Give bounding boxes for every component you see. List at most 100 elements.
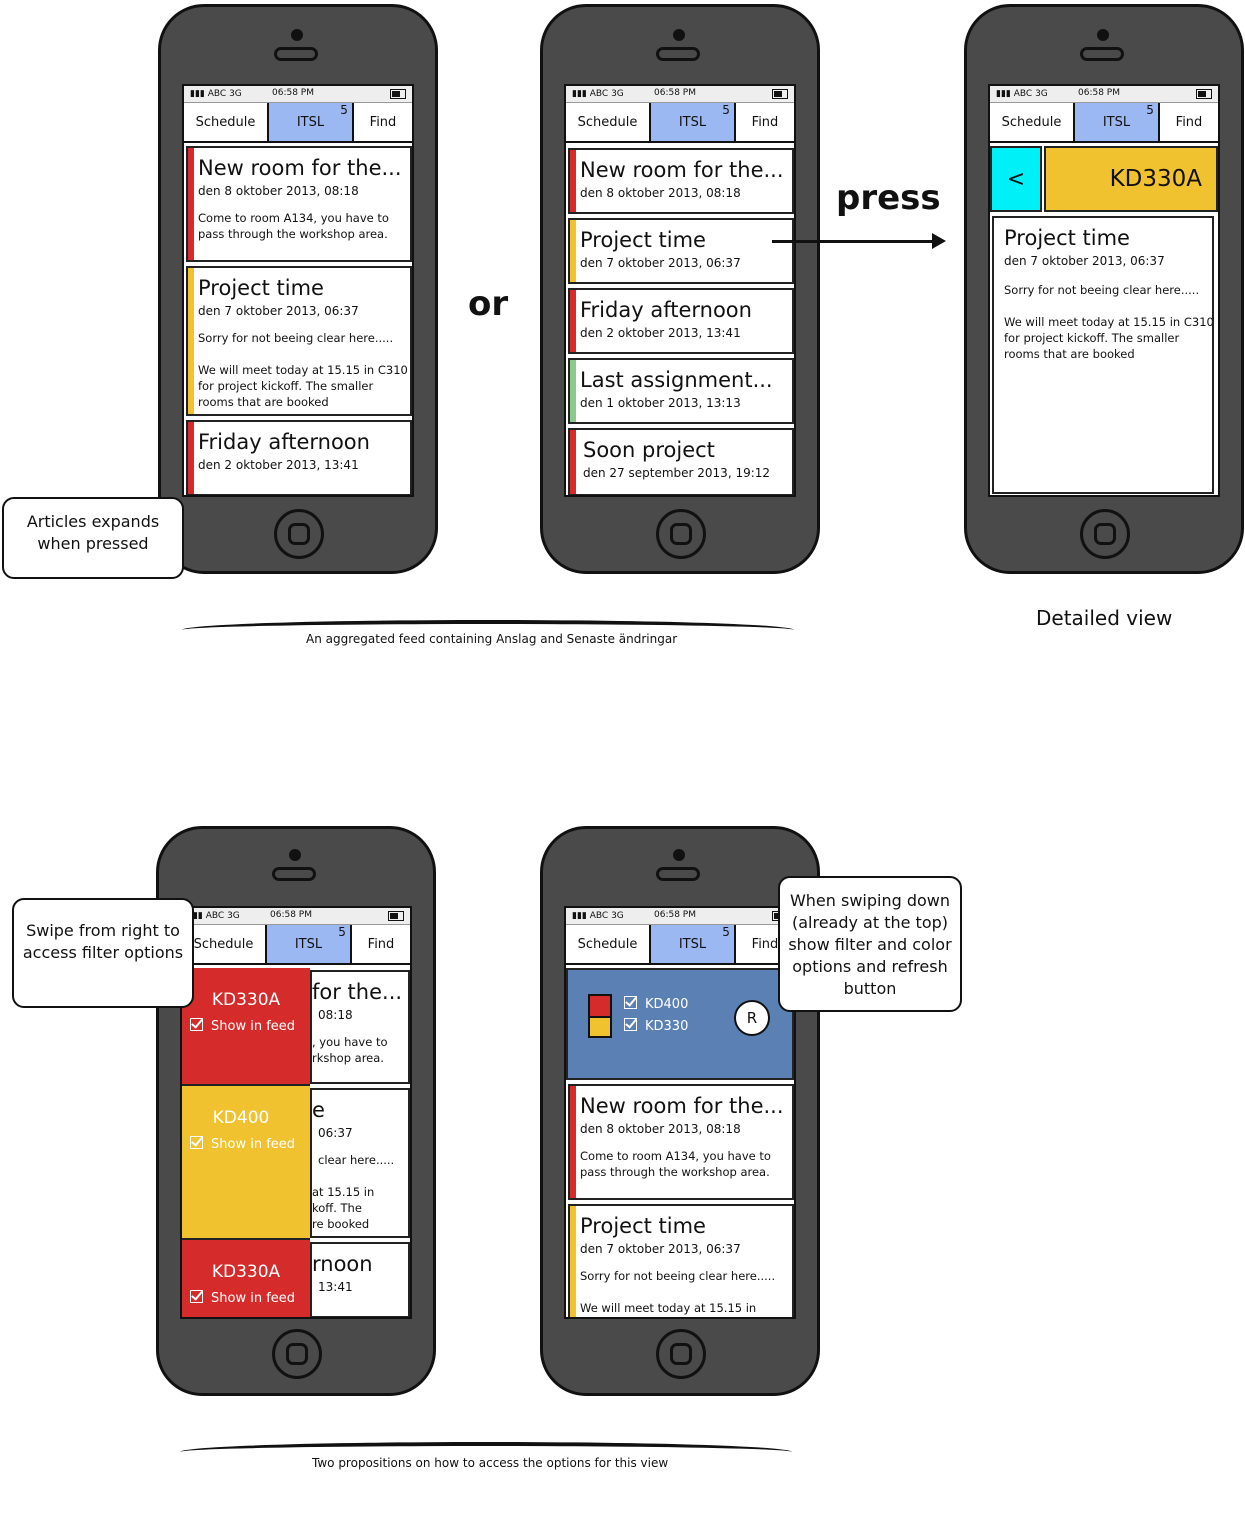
filter-panel[interactable]: KD400 Show in feed	[182, 1086, 310, 1240]
home-button[interactable]	[1080, 509, 1130, 559]
label-press: press	[836, 178, 941, 218]
signal-icon: ▮▮▮ ABC 3G	[188, 911, 240, 921]
card-title: Soon project	[583, 438, 715, 462]
option-kd330[interactable]: KD330	[624, 1018, 688, 1034]
tab-schedule[interactable]: Schedule	[566, 103, 651, 141]
badge-count: 5	[340, 103, 348, 117]
feed-card-peek[interactable]: rnoon 13:41	[310, 1242, 410, 1317]
tab-itsl[interactable]: ITSL 5	[266, 925, 352, 963]
card-body-more: We will meet today at 15.15 in	[580, 1301, 757, 1315]
card-body: Sorry for not beeing clear here.....	[580, 1269, 776, 1283]
color-swatch-red[interactable]	[588, 994, 612, 1018]
feed-card[interactable]: Project time den 7 oktober 2013, 06:37 S…	[568, 1204, 794, 1317]
card-title: for the...	[312, 980, 403, 1004]
phone-feed-expand: ▮▮▮ ABC 3G 06:58 PM Schedule ITSL 5 Find …	[158, 4, 438, 574]
signal-icon: ▮▮▮ ABC 3G	[190, 89, 242, 99]
phone-detail: ▮▮▮ ABC 3G 06:58 PM Schedule ITSL 5 Find …	[964, 4, 1244, 574]
refresh-button[interactable]: R	[734, 1000, 770, 1036]
show-in-feed-checkbox[interactable]: Show in feed	[190, 1018, 295, 1034]
feed-card[interactable]: New room for the... den 8 oktober 2013, …	[568, 1084, 794, 1200]
status-time: 06:58 PM	[654, 910, 696, 920]
speaker-icon	[1080, 47, 1124, 61]
note-swipe: Swipe from right to access filter option…	[12, 898, 194, 1008]
status-time: 06:58 PM	[1078, 88, 1120, 98]
detail-body: Sorry for not beeing clear here.....	[1004, 283, 1200, 297]
home-button[interactable]	[656, 509, 706, 559]
tab-find[interactable]: Find	[1159, 103, 1218, 141]
card-body: Come to room A134, you have to pass thro…	[580, 1149, 771, 1179]
option-kd400[interactable]: KD400	[624, 996, 688, 1012]
feed-card-peek[interactable]: for the... 08:18 , you have to rkshop ar…	[310, 970, 410, 1084]
tab-itsl[interactable]: ITSL 5	[268, 103, 354, 141]
badge-count: 5	[722, 103, 730, 117]
tab-find[interactable]: Find	[351, 925, 410, 963]
filter-panel[interactable]: KD330A Show in feed	[182, 1240, 310, 1317]
home-button[interactable]	[272, 1329, 322, 1379]
screen: ▮▮▮ ABC 3G 06:58 PM Schedule ITSL 5 Find …	[180, 906, 412, 1319]
status-bar: ▮▮▮ ABC 3G 06:58 PM	[566, 86, 794, 103]
card-title: Last assignment...	[580, 368, 773, 392]
card-title: Project time	[580, 1214, 706, 1238]
feed-card[interactable]: Project time den 7 oktober 2013, 06:37 S…	[186, 266, 412, 416]
card-body-more: We will meet today at 15.15 in C310 for …	[198, 363, 408, 409]
feed-card[interactable]: Last assignment... den 1 oktober 2013, 1…	[568, 358, 794, 424]
card-title: New room for the...	[198, 156, 402, 180]
brace-bottom	[180, 1442, 792, 1454]
camera-icon	[291, 29, 303, 41]
caption-top: An aggregated feed containing Anslag and…	[306, 632, 678, 646]
press-arrow	[772, 233, 946, 249]
feed-card[interactable]: New room for the... den 8 oktober 2013, …	[568, 148, 794, 214]
tab-schedule[interactable]: Schedule	[182, 925, 267, 963]
feed-card[interactable]: Friday afternoon den 2 oktober 2013, 13:…	[568, 288, 794, 354]
tab-schedule[interactable]: Schedule	[566, 925, 651, 963]
card-date: den 2 oktober 2013, 13:41	[198, 458, 359, 472]
tab-bar: Schedule ITSL 5 Find	[566, 925, 794, 965]
feed-card[interactable]: New room for the... den 8 oktober 2013, …	[186, 146, 412, 262]
tab-itsl[interactable]: ITSL 5	[650, 103, 736, 141]
tab-itsl[interactable]: ITSL 5	[1074, 103, 1160, 141]
card-title: New room for the...	[580, 158, 784, 182]
feed-card-peek[interactable]: e 06:37 clear here..... at 15.15 in koff…	[310, 1088, 410, 1238]
phone-feed-list: ▮▮▮ ABC 3G 06:58 PM Schedule ITSL 5 Find …	[540, 4, 820, 574]
show-in-feed-checkbox[interactable]: Show in feed	[190, 1136, 295, 1152]
feed-card[interactable]: Soon project den 27 september 2013, 19:1…	[568, 428, 794, 495]
tab-find[interactable]: Find	[353, 103, 412, 141]
color-swatch-yellow[interactable]	[588, 1016, 612, 1038]
home-button[interactable]	[274, 509, 324, 559]
card-date: den 1 oktober 2013, 13:13	[580, 396, 741, 410]
screen: ▮▮▮ ABC 3G 06:58 PM Schedule ITSL 5 Find …	[564, 906, 796, 1319]
note-articles: Articles expands when pressed	[2, 497, 184, 579]
filter-course: KD400	[212, 1108, 270, 1128]
tab-find[interactable]: Find	[735, 103, 794, 141]
card-body: clear here.....	[318, 1153, 395, 1167]
checkbox-icon	[190, 1290, 203, 1303]
tab-bar: Schedule ITSL 5 Find	[182, 925, 410, 965]
feed-card[interactable]: Project time den 7 oktober 2013, 06:37	[568, 218, 794, 284]
card-body: , you have to rkshop area.	[312, 1035, 388, 1065]
checkbox-icon	[624, 996, 637, 1009]
status-bar: ▮▮▮ ABC 3G 06:58 PM	[990, 86, 1218, 103]
tab-schedule[interactable]: Schedule	[184, 103, 269, 141]
card-title: e	[312, 1098, 325, 1122]
tab-bar: Schedule ITSL 5 Find	[184, 103, 412, 143]
tab-bar: Schedule ITSL 5 Find	[990, 103, 1218, 143]
home-button[interactable]	[656, 1329, 706, 1379]
filter-panel[interactable]: KD330A Show in feed	[182, 968, 310, 1086]
card-date: den 8 oktober 2013, 08:18	[198, 184, 359, 198]
card-date: 06:37	[318, 1126, 353, 1140]
tab-itsl[interactable]: ITSL 5	[650, 925, 736, 963]
detail-card: Project time den 7 oktober 2013, 06:37 S…	[992, 216, 1214, 494]
card-date: den 7 oktober 2013, 06:37	[580, 1242, 741, 1256]
speaker-icon	[274, 47, 318, 61]
feed-card[interactable]: Friday afternoon den 2 oktober 2013, 13:…	[186, 420, 412, 495]
detail-body-more: We will meet today at 15.15 in C310 for …	[1004, 315, 1214, 361]
badge-count: 5	[338, 925, 346, 939]
brace-top	[182, 620, 794, 632]
status-bar: ▮▮▮ ABC 3G 06:58 PM	[184, 86, 412, 103]
badge-count: 5	[722, 925, 730, 939]
tab-schedule[interactable]: Schedule	[990, 103, 1075, 141]
status-bar: ▮▮▮ ABC 3G 06:58 PM	[182, 908, 410, 925]
show-in-feed-checkbox[interactable]: Show in feed	[190, 1290, 295, 1306]
back-button[interactable]: <	[990, 146, 1042, 212]
screen: ▮▮▮ ABC 3G 06:58 PM Schedule ITSL 5 Find …	[182, 84, 414, 497]
